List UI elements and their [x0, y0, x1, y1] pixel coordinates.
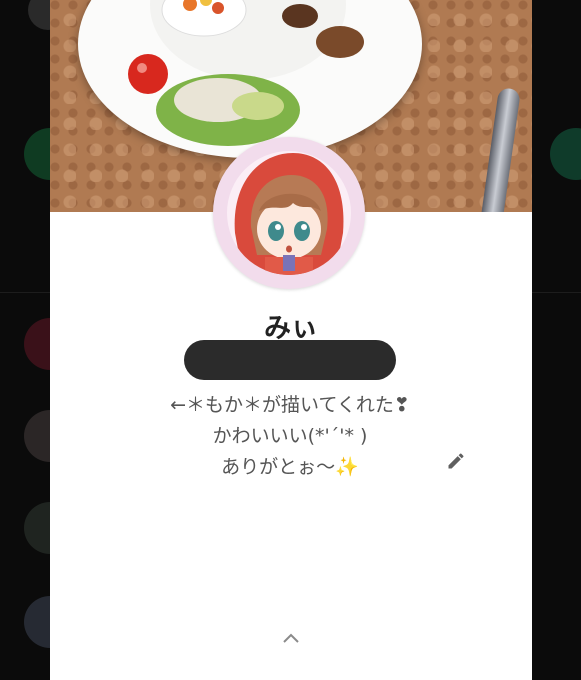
background-avatar [550, 128, 581, 180]
cover-plate [78, 0, 422, 158]
food-illustration [128, 0, 364, 146]
redacted-user-id [184, 340, 396, 380]
pencil-icon [448, 453, 464, 469]
background-divider [532, 292, 581, 293]
edit-profile-button[interactable] [443, 448, 469, 474]
collapse-profile-button[interactable] [277, 627, 305, 649]
profile-card: みぃ ←＊もか＊が描いてくれた❣ かわいいい(*'ˊ'* ) ありがとぉ〜✨ [50, 0, 532, 680]
bio-line: ←＊もか＊が描いてくれた❣ [170, 394, 410, 416]
background-divider [0, 292, 50, 293]
profile-bio: ←＊もか＊が描いてくれた❣ かわいいい(*'ˊ'* ) ありがとぉ〜✨ [90, 390, 490, 483]
chevron-up-icon [283, 633, 299, 643]
avatar-illustration [227, 151, 351, 275]
bio-line: かわいいい(*'ˊ'* ) [212, 425, 368, 447]
cover-knife [481, 87, 521, 212]
background-list-right [532, 0, 581, 680]
profile-avatar[interactable] [213, 137, 365, 289]
bio-line: ありがとぉ〜✨ [221, 456, 359, 478]
background-list-left [0, 0, 76, 680]
